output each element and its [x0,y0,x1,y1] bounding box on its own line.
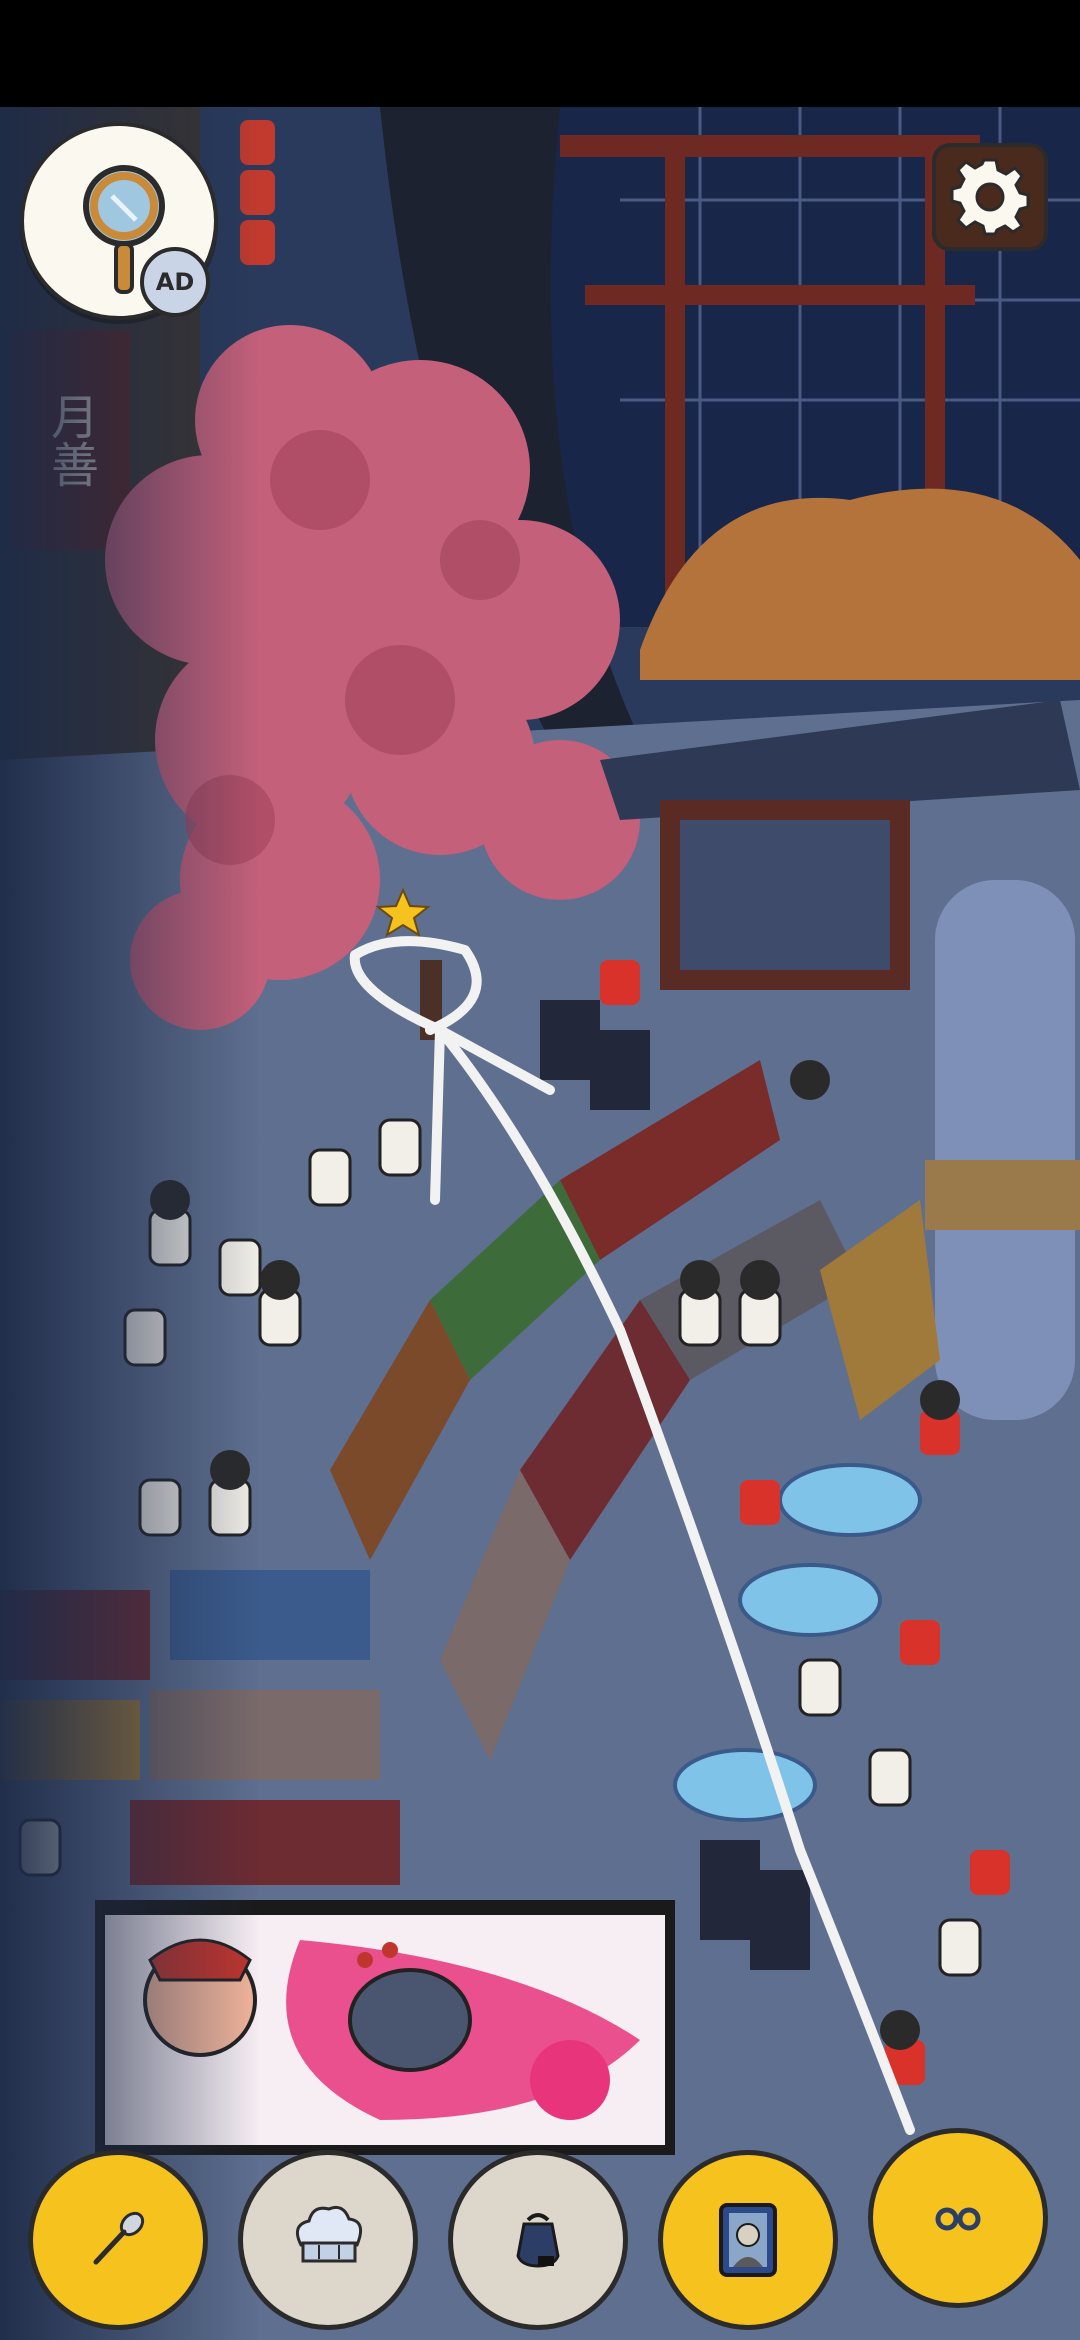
gear-icon [950,158,1030,236]
status-bar [0,0,1080,107]
settings-button[interactable] [932,143,1048,251]
stone-pillar [925,880,1080,1420]
spoon-item[interactable] [28,2150,208,2330]
glasses-item[interactable] [868,2128,1048,2308]
game-scene[interactable]: 月善 [0,107,1080,2340]
pot-icon [516,2213,560,2268]
spoon-icon [93,2211,145,2265]
ad-badge: AD [140,247,210,317]
chef-hat-item[interactable] [238,2150,418,2330]
glasses-icon [935,2207,981,2231]
portrait-frame-icon [719,2203,777,2277]
chef-hat-icon [295,2205,363,2263]
pot-item[interactable] [448,2150,628,2330]
portrait-item[interactable] [658,2150,838,2330]
